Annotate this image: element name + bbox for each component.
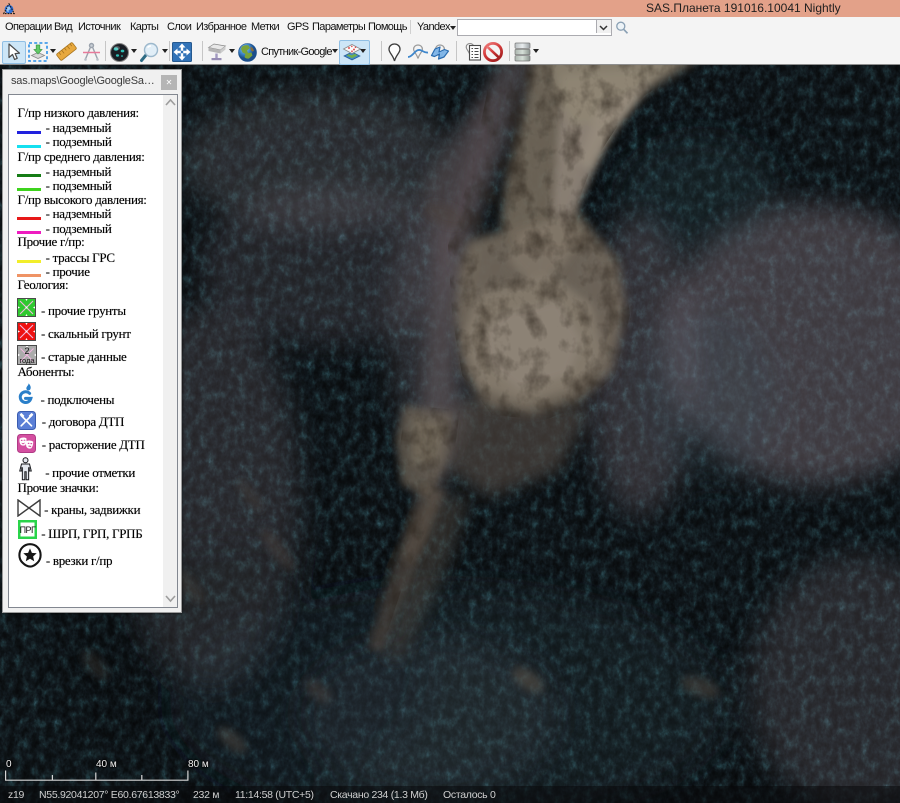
svg-text:года: года <box>19 356 35 365</box>
svg-text:2: 2 <box>24 346 29 356</box>
svg-text:ПРГ: ПРГ <box>19 525 35 535</box>
